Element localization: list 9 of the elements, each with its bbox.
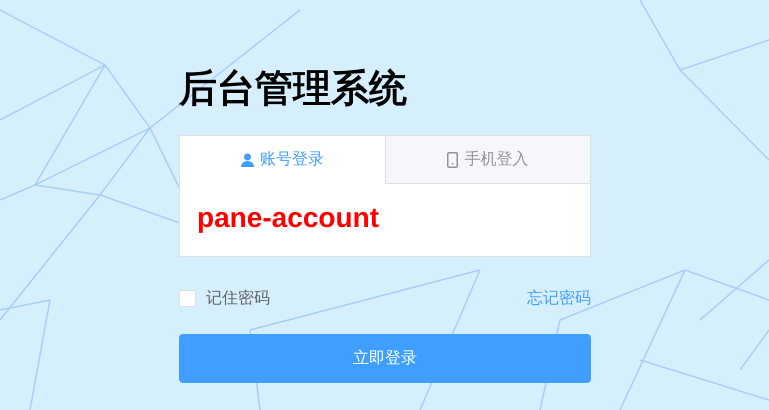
remember-checkbox[interactable] — [179, 290, 196, 306]
pane-label: pane-account — [197, 202, 380, 233]
user-icon — [240, 152, 254, 166]
page-title: 后台管理系统 — [179, 65, 408, 112]
forgot-password-link[interactable]: 忘记密码 — [527, 288, 591, 308]
login-button[interactable]: 立即登录 — [179, 334, 591, 383]
phone-icon — [447, 152, 458, 168]
login-tab[interactable]: 手机登入 — [384, 136, 590, 184]
remember-label: 记住密码 — [206, 288, 270, 308]
